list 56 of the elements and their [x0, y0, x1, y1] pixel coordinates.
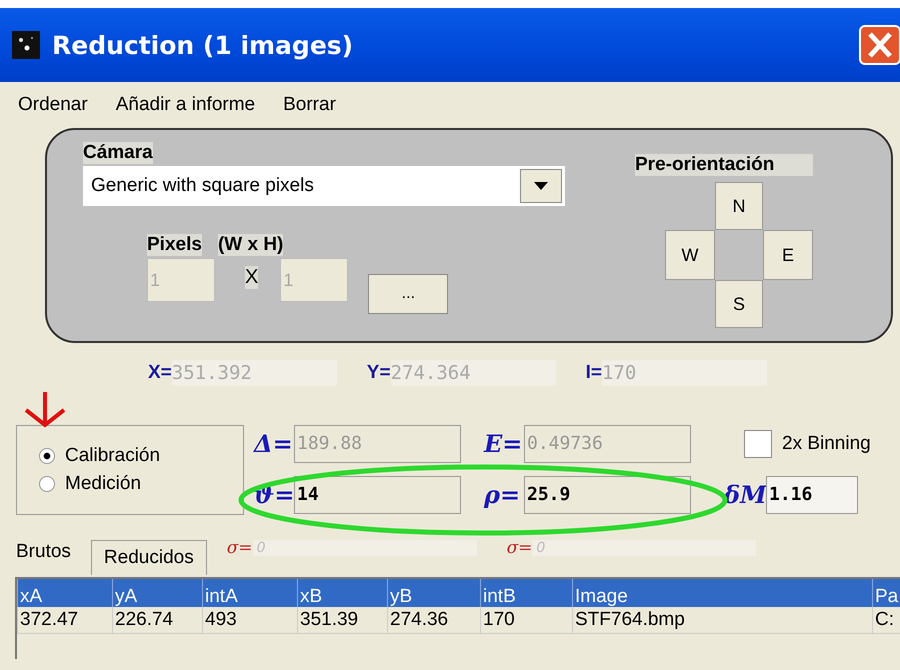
readout-value: 351.392	[172, 360, 337, 386]
column-header[interactable]: yB	[387, 579, 480, 607]
parameter-label: ρ=	[484, 480, 522, 509]
binning-label: 2x Binning	[782, 432, 871, 454]
delta-m-field[interactable]: 1.16	[766, 476, 858, 514]
camera-label: Cámara	[83, 142, 153, 164]
camera-dropdown[interactable]: Generic with square pixels	[83, 166, 565, 206]
readout-label: X=	[148, 362, 172, 384]
menu-item[interactable]: Ordenar	[18, 94, 88, 116]
table-cell: C:	[872, 607, 900, 634]
direction-button[interactable]: S	[715, 280, 763, 328]
readout-label: I=	[586, 362, 602, 384]
column-header[interactable]: Pa	[872, 579, 900, 607]
pixels-label: Pixels	[147, 234, 202, 256]
menu-item[interactable]: Borrar	[283, 94, 336, 116]
times-label: X	[245, 266, 258, 289]
column-header[interactable]: xA	[17, 579, 112, 607]
parameter-label: E=	[484, 429, 524, 458]
dimensions-label: (W x H)	[218, 234, 284, 256]
table-cell: 372.47	[17, 607, 112, 634]
menu-item[interactable]: Añadir a informe	[116, 94, 256, 116]
pre-orientation-label: Pre-orientación	[635, 154, 813, 176]
window-title: Reduction (1 images)	[52, 30, 354, 60]
direction-button[interactable]: E	[763, 230, 813, 280]
table-cell: 170	[480, 607, 572, 634]
radio-button[interactable]	[39, 476, 55, 492]
checkbox[interactable]	[744, 430, 772, 458]
table-cell: STF764.bmp	[572, 607, 872, 634]
delta-m-label: δM	[724, 480, 766, 509]
radio-label: Calibración	[65, 445, 160, 467]
close-icon[interactable]	[858, 25, 900, 65]
parameter-label: Δ=	[254, 429, 294, 458]
more-button[interactable]: ...	[368, 274, 448, 314]
readout-value: 274.364	[390, 360, 556, 386]
radio-button[interactable]	[39, 448, 55, 464]
readout-value: 170	[602, 360, 767, 386]
column-header[interactable]: yA	[112, 579, 202, 607]
parameter-field[interactable]: 25.9	[524, 476, 691, 514]
direction-button[interactable]: N	[715, 182, 763, 230]
column-header[interactable]: intB	[480, 579, 572, 607]
table-cell: 274.36	[387, 607, 480, 634]
app-icon	[12, 31, 40, 59]
dropdown-arrow-icon	[534, 182, 548, 190]
table-cell: 351.39	[297, 607, 387, 634]
sigma-label: σ=	[506, 538, 532, 558]
column-header[interactable]: Image	[572, 579, 872, 607]
table-cell: 226.74	[112, 607, 202, 634]
readout-label: Y=	[366, 362, 391, 384]
parameter-field[interactable]: 14	[294, 476, 461, 514]
direction-button[interactable]: W	[665, 230, 715, 280]
column-header[interactable]: xB	[297, 579, 387, 607]
tab[interactable]: Reducidos	[90, 540, 207, 575]
table-cell: 493	[202, 607, 297, 634]
radio-label: Medición	[65, 473, 142, 495]
column-header[interactable]: intA	[202, 579, 297, 607]
sigma-label: σ=	[226, 538, 253, 558]
